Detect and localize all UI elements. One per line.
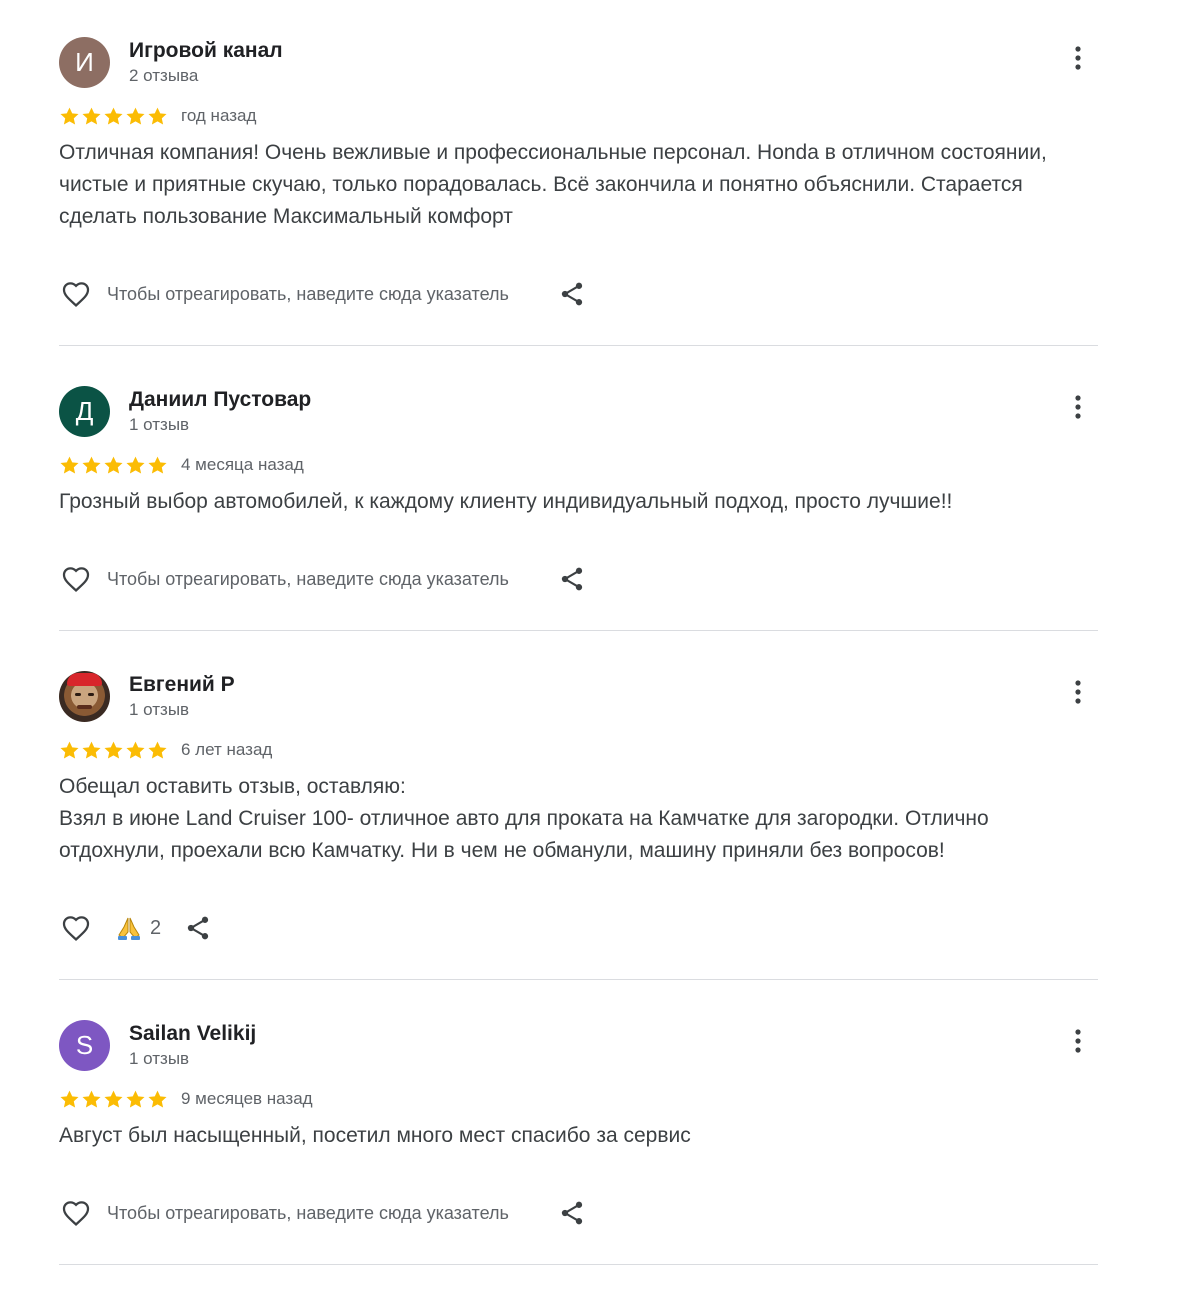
star-rating — [59, 1089, 168, 1110]
review-text: Обещал оставить отзыв, оставляю: Взял в … — [59, 775, 989, 862]
star-icon — [104, 456, 123, 474]
share-button[interactable] — [557, 1198, 587, 1228]
author-name[interactable]: Евгений Р — [129, 673, 235, 697]
author-name[interactable]: Даниил Пустовар — [129, 388, 311, 412]
star-icon — [82, 107, 101, 125]
author-name[interactable]: Игровой канал — [129, 39, 283, 63]
review-card: Д Даниил Пустовар 1 отзыв 4 месяца назад… — [59, 386, 1098, 632]
star-icon — [126, 456, 145, 474]
review-date: год назад — [181, 106, 257, 125]
like-button[interactable] — [59, 562, 93, 596]
more-vert-icon — [1075, 46, 1081, 70]
review-text: Август был насыщенный, посетил много мес… — [59, 1124, 691, 1147]
heart-outline-icon — [62, 916, 90, 942]
author-review-count: 1 отзыв — [129, 700, 190, 719]
star-icon — [82, 1090, 101, 1108]
avatar[interactable]: Д — [59, 386, 110, 437]
star-icon — [60, 741, 79, 759]
star-icon — [126, 741, 145, 759]
review-date: 9 месяцев назад — [181, 1089, 313, 1108]
like-button[interactable] — [59, 911, 93, 945]
star-icon — [60, 1090, 79, 1108]
rating-row: год назад — [59, 104, 256, 128]
star-icon — [82, 456, 101, 474]
star-icon — [126, 1090, 145, 1108]
heart-outline-icon — [62, 567, 90, 593]
reaction-hint: Чтобы отреагировать, наведите сюда указа… — [107, 283, 509, 304]
review-actions: 2 — [59, 911, 213, 945]
author-review-count: 2 отзыва — [129, 66, 199, 85]
rating-row: 4 месяца назад — [59, 453, 304, 477]
avatar[interactable]: И — [59, 37, 110, 88]
star-icon — [82, 741, 101, 759]
star-icon — [148, 456, 167, 474]
review-divider — [59, 345, 1098, 346]
folded-hands-emoji-icon — [118, 917, 140, 940]
like-button[interactable] — [59, 277, 93, 311]
review-divider — [59, 1264, 1098, 1265]
star-icon — [60, 456, 79, 474]
reaction-summary[interactable]: 2 — [115, 914, 161, 942]
star-icon — [148, 741, 167, 759]
star-icon — [148, 107, 167, 125]
share-icon — [187, 916, 209, 940]
like-button[interactable] — [59, 1196, 93, 1230]
more-options-button[interactable] — [1066, 44, 1090, 72]
more-options-button[interactable] — [1066, 1027, 1090, 1055]
rating-row: 6 лет назад — [59, 738, 272, 762]
star-icon — [104, 107, 123, 125]
share-button[interactable] — [183, 913, 213, 943]
review-text: Грозный выбор автомобилей, к каждому кли… — [59, 490, 953, 513]
review-card: И Игровой канал 2 отзыва год назад Отлич… — [59, 37, 1098, 347]
more-vert-icon — [1075, 1029, 1081, 1053]
review-actions: Чтобы отреагировать, наведите сюда указа… — [59, 277, 587, 311]
review-date: 6 лет назад — [181, 740, 273, 759]
review-date: 4 месяца назад — [181, 455, 304, 474]
share-icon — [561, 282, 583, 306]
author-review-count: 1 отзыв — [129, 1049, 190, 1068]
reaction-hint: Чтобы отреагировать, наведите сюда указа… — [107, 568, 509, 589]
star-icon — [126, 107, 145, 125]
reaction-count: 2 — [150, 916, 162, 939]
star-icon — [60, 107, 79, 125]
avatar-photo[interactable] — [59, 671, 110, 722]
reaction-hint: Чтобы отреагировать, наведите сюда указа… — [107, 1202, 509, 1223]
more-vert-icon — [1075, 680, 1081, 704]
share-button[interactable] — [557, 564, 587, 594]
star-icon — [104, 741, 123, 759]
rating-row: 9 месяцев назад — [59, 1087, 313, 1111]
star-rating — [59, 740, 168, 761]
review-text: Отличная компания! Очень вежливые и проф… — [59, 141, 1047, 228]
author-name[interactable]: Sailan Velikij — [129, 1022, 256, 1046]
star-icon — [104, 1090, 123, 1108]
review-card: S Sailan Velikij 1 отзыв 9 месяцев назад… — [59, 1020, 1098, 1266]
review-divider — [59, 630, 1098, 631]
more-options-button[interactable] — [1066, 393, 1090, 421]
heart-outline-icon — [62, 1201, 90, 1227]
star-rating — [59, 455, 168, 476]
heart-outline-icon — [62, 282, 90, 308]
share-button[interactable] — [557, 279, 587, 309]
star-rating — [59, 106, 168, 127]
more-vert-icon — [1075, 395, 1081, 419]
review-actions: Чтобы отреагировать, наведите сюда указа… — [59, 1196, 587, 1230]
share-icon — [561, 1201, 583, 1225]
author-review-count: 1 отзыв — [129, 415, 190, 434]
review-card: Евгений Р 1 отзыв 6 лет назад Обещал ост… — [59, 671, 1098, 981]
avatar[interactable]: S — [59, 1020, 110, 1071]
review-actions: Чтобы отреагировать, наведите сюда указа… — [59, 562, 587, 596]
star-icon — [148, 1090, 167, 1108]
more-options-button[interactable] — [1066, 678, 1090, 706]
review-divider — [59, 979, 1098, 980]
share-icon — [561, 567, 583, 591]
